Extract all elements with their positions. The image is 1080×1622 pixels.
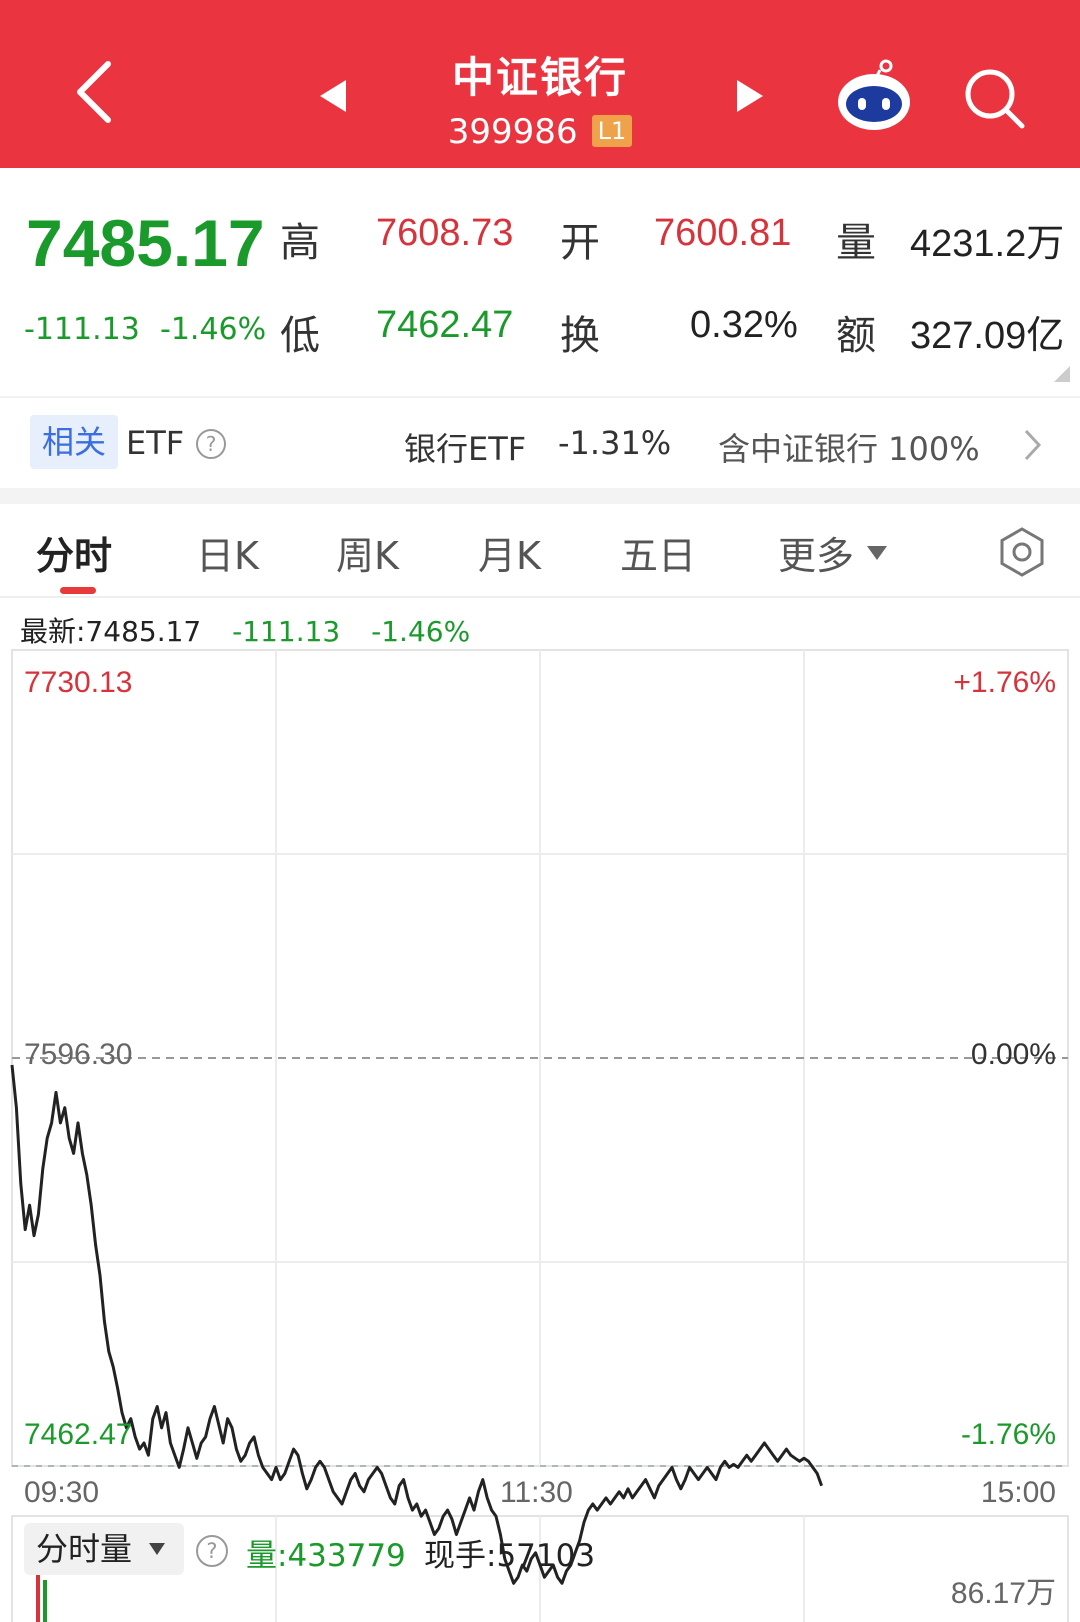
help-icon[interactable]: ? [194, 1533, 230, 1569]
svg-text:?: ? [206, 1539, 217, 1563]
caret-down-icon [149, 1543, 166, 1555]
pct-axis-bottom-label: -1.76% [960, 1418, 1056, 1451]
volume-selector[interactable]: 分时量 [24, 1523, 184, 1575]
time-label-open: 09:30 [24, 1476, 100, 1509]
volume-bar [43, 1580, 47, 1622]
time-label-midday: 11:30 [500, 1476, 573, 1509]
volume-value-label: 量:433779 [246, 1538, 406, 1574]
pct-axis-top-label: +1.76% [953, 666, 1056, 699]
y-axis-bottom-label: 7462.47 [24, 1418, 133, 1451]
volume-max-label: 86.17万 [950, 1577, 1056, 1610]
current-hand-label: 现手:57103 [424, 1538, 596, 1574]
intraday-chart[interactable] [0, 0, 1080, 1622]
time-label-close: 15:00 [980, 1476, 1056, 1509]
y-axis-mid-label: 7596.30 [24, 1038, 133, 1071]
volume-selector-label: 分时量 [36, 1530, 133, 1568]
price-line [10, 1064, 824, 1585]
y-axis-top-label: 7730.13 [24, 666, 133, 699]
pct-axis-mid-label: 0.00% [970, 1038, 1056, 1071]
